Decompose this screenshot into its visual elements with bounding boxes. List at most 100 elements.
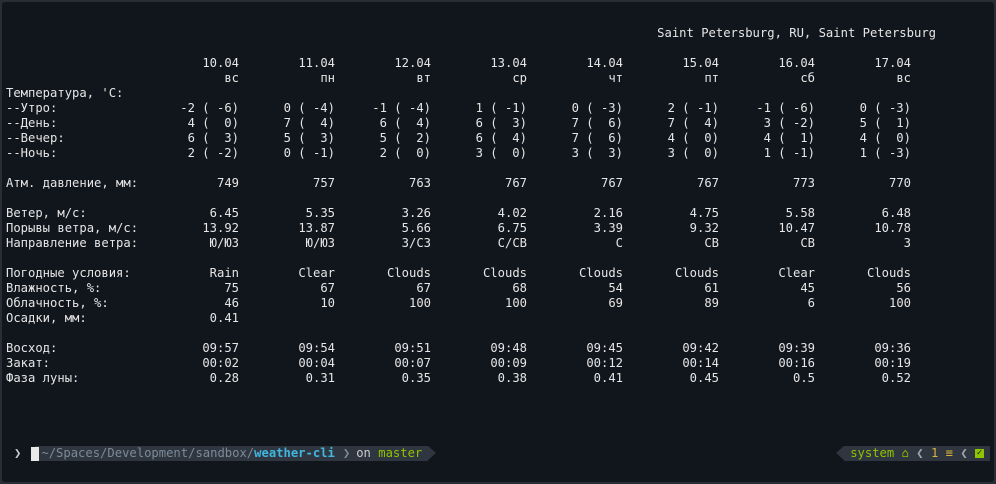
table-row: Облачность, %: 46 10 100 100 69 89 6 100 xyxy=(6,296,966,311)
table-cell: 0.41 xyxy=(209,311,239,325)
prompt-left: ~/Spaces/Development/sandbox/weather-cli… xyxy=(6,431,437,461)
row-label: Облачность, %: xyxy=(6,296,109,310)
table-row: --Ночь: 2 ( -2) 0 ( -1) 2 ( 0) 3 ( 0) 3 ( 3) 3… xyxy=(6,146,966,161)
terminal-window[interactable]: Saint Petersburg, RU, Saint Petersburg 1… xyxy=(2,2,994,482)
table-row: Порывы ветра, м/с: 13.92 13.87 5.66 6.75 3.39… xyxy=(6,221,966,236)
table-cell: 89 xyxy=(704,296,719,310)
day-weekday: вс xyxy=(224,71,239,85)
table-cell: СВ xyxy=(704,236,719,250)
table-row xyxy=(6,191,966,206)
table-cell: 6.48 xyxy=(881,206,911,220)
prompt-char: ❯ xyxy=(14,446,22,460)
table-cell: -2 ( -6) xyxy=(180,101,239,115)
table-cell: 00:16 xyxy=(778,356,815,370)
table-cell: 4.02 xyxy=(497,206,527,220)
table-cell: 00:12 xyxy=(586,356,623,370)
table-cell: 7 ( 6) xyxy=(571,116,623,130)
table-cell: 2 ( 0) xyxy=(379,146,431,160)
row-label: Направление ветра: xyxy=(6,236,139,250)
table-cell: 56 xyxy=(896,281,911,295)
table-cell: 767 xyxy=(504,176,527,190)
table-row xyxy=(6,161,966,176)
table-cell: 2 ( -2) xyxy=(187,146,239,160)
git-branch: master xyxy=(378,446,423,460)
table-cell: Clear xyxy=(298,266,335,280)
table-cell: Clear xyxy=(778,266,815,280)
table-cell: 68 xyxy=(512,281,527,295)
table-cell: -1 ( -6) xyxy=(756,101,815,115)
table-cell: 1 ( -1) xyxy=(763,146,815,160)
table-row: Закат: 00:02 00:04 00:07 00:09 00:12 00:14 00:1… xyxy=(6,356,966,371)
table-cell: 767 xyxy=(600,176,623,190)
prompt-right: system ⌂ ❮ 1 ≡ ❮ ✓ xyxy=(807,431,990,461)
table-cell: 67 xyxy=(320,281,335,295)
table-cell: 0 ( -3) xyxy=(859,101,911,115)
day-date: 14.04 xyxy=(586,56,623,70)
table-cell: Clouds xyxy=(578,266,623,280)
table-cell: 4 ( 1) xyxy=(763,131,815,145)
table-row: --Утро: -2 ( -6) 0 ( -4) -1 ( -4) 1 ( -1) 0 (… xyxy=(6,101,966,116)
table-row: Погодные условия: Rain Clear Clouds Clouds Cl… xyxy=(6,266,966,281)
table-cell: -1 ( -4) xyxy=(372,101,431,115)
table-cell: 7 ( 6) xyxy=(571,131,623,145)
row-label: --Утро: xyxy=(6,101,58,115)
table-cell: Ю/ЮЗ xyxy=(209,236,239,250)
table-cell: 0.41 xyxy=(593,371,623,385)
table-cell: 0.52 xyxy=(881,371,911,385)
table-cell: 75 xyxy=(224,281,239,295)
table-cell: 09:48 xyxy=(490,341,527,355)
text-cursor xyxy=(31,446,40,461)
table-cell: 09:57 xyxy=(202,341,239,355)
day-weekday: пн xyxy=(320,71,335,85)
table-cell: Rain xyxy=(209,266,239,280)
table-cell: Clouds xyxy=(386,266,431,280)
table-cell: 0.31 xyxy=(305,371,335,385)
day-date: 16.04 xyxy=(778,56,815,70)
table-row: Восход: 09:57 09:54 09:51 09:48 09:45 09:42 09:… xyxy=(6,341,966,356)
segment-end-arrow xyxy=(428,446,437,460)
table-cell: 3 ( 0) xyxy=(667,146,719,160)
git-on-label: on xyxy=(356,446,371,460)
table-cell: Clouds xyxy=(866,266,911,280)
table-cell: 45 xyxy=(800,281,815,295)
table-cell: 757 xyxy=(312,176,335,190)
table-cell: 67 xyxy=(416,281,431,295)
table-cell: 5.35 xyxy=(305,206,335,220)
table-cell: 10.47 xyxy=(778,221,815,235)
table-cell: 7 ( 4) xyxy=(667,116,719,130)
table-cell: 61 xyxy=(704,281,719,295)
command-line[interactable]: ❯ xyxy=(14,446,40,461)
table-cell: 3 ( 3) xyxy=(571,146,623,160)
table-cell: 10 xyxy=(320,296,335,310)
table-cell: 5 ( 2) xyxy=(379,131,431,145)
day-date: 11.04 xyxy=(298,56,335,70)
home-icon: ⌂ xyxy=(901,446,909,460)
row-label: Температура, 'C: xyxy=(6,86,124,100)
table-cell: 767 xyxy=(696,176,719,190)
table-cell: 00:07 xyxy=(394,356,431,370)
table-cell: 3 ( -2) xyxy=(763,116,815,130)
table-cell: 09:42 xyxy=(682,341,719,355)
table-row: Влажность, %: 75 67 67 68 54 61 45 56 xyxy=(6,281,966,296)
table-cell: 6.45 xyxy=(209,206,239,220)
table-cell: 6 ( 3) xyxy=(475,116,527,130)
day-date: 17.04 xyxy=(874,56,911,70)
table-cell: 3 ( 0) xyxy=(475,146,527,160)
table-cell: 0.28 xyxy=(209,371,239,385)
segment-start-arrow xyxy=(836,446,845,460)
table-cell: 69 xyxy=(608,296,623,310)
table-row: Атм. давление, мм: 749 757 763 767 767 767 773 7… xyxy=(6,176,966,191)
table-row: --Вечер: 6 ( 3) 5 ( 3) 5 ( 2) 6 ( 4) 7 ( 6) 4 … xyxy=(6,131,966,146)
row-label: Фаза луны: xyxy=(6,371,80,385)
day-weekday: вт xyxy=(416,71,431,85)
day-weekday: пт xyxy=(704,71,719,85)
table-cell: 749 xyxy=(216,176,239,190)
location-label: Saint Petersburg, RU, Saint Petersburg xyxy=(657,26,936,40)
env-label: system xyxy=(850,446,895,460)
day-date: 10.04 xyxy=(202,56,239,70)
table-row: Фаза луны: 0.28 0.31 0.35 0.38 0.41 0.45 0.5 0.5… xyxy=(6,371,966,386)
table-cell: 6.75 xyxy=(497,221,527,235)
table-cell: 09:36 xyxy=(874,341,911,355)
jobs-count: 1 xyxy=(930,446,939,460)
weekday-header-row: вс пн вт ср чт пт сб вс xyxy=(6,71,966,86)
